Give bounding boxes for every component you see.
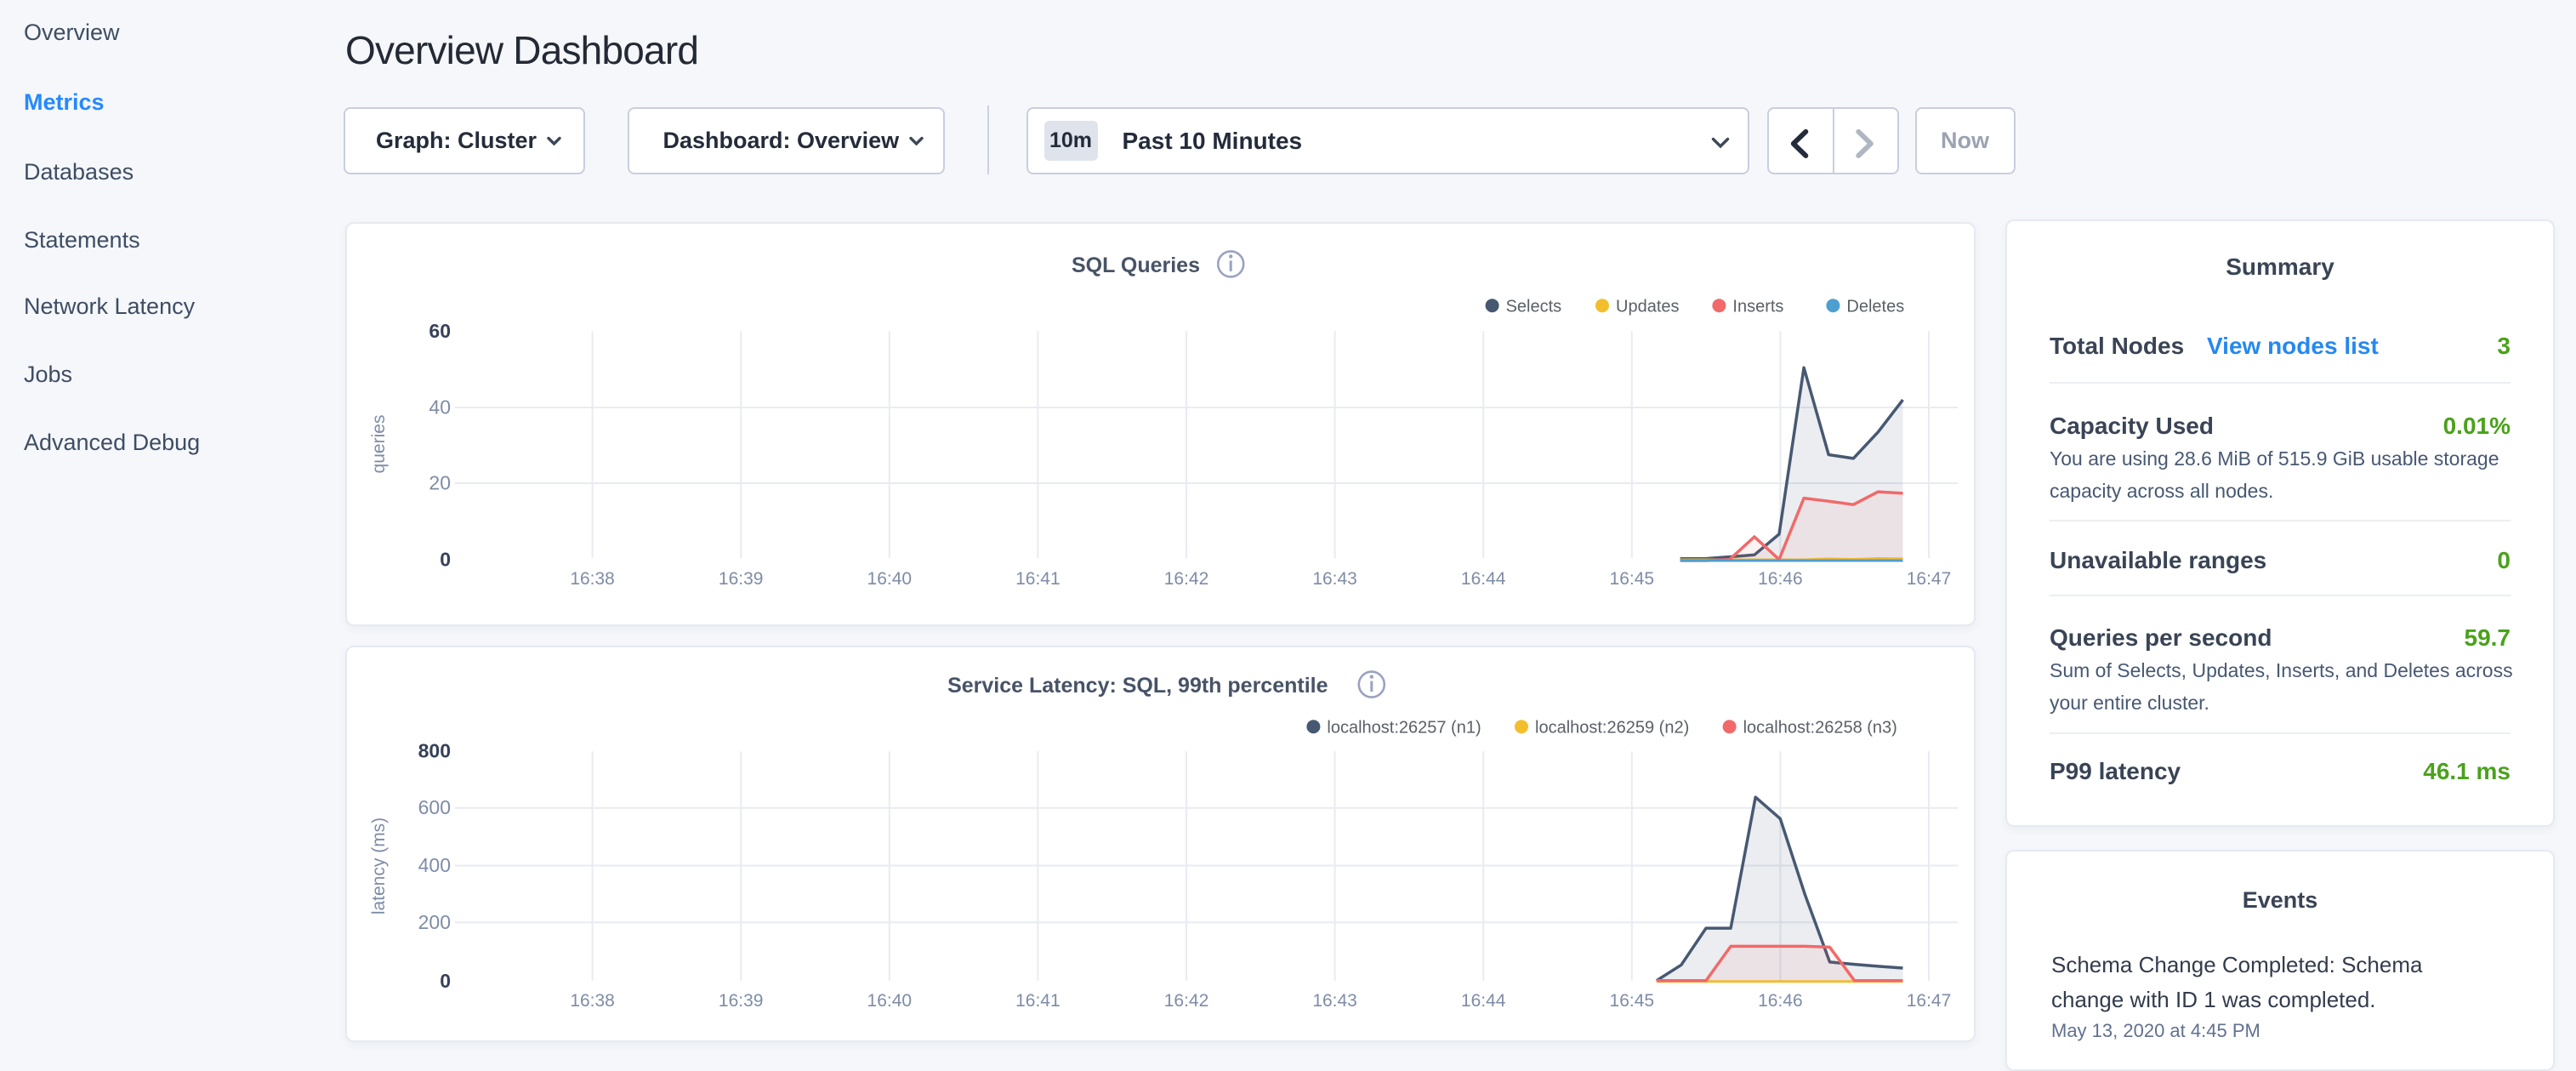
svg-text:200: 200	[418, 911, 451, 933]
svg-text:16:38: 16:38	[570, 991, 615, 1011]
svg-text:Deletes: Deletes	[1846, 297, 1904, 316]
svg-text:Selects: Selects	[1506, 297, 1562, 316]
svg-text:16:40: 16:40	[867, 991, 913, 1011]
svg-text:16:46: 16:46	[1758, 569, 1803, 589]
svg-text:16:43: 16:43	[1312, 991, 1357, 1011]
svg-text:Inserts: Inserts	[1732, 297, 1783, 316]
svg-text:localhost:26257 (n1): localhost:26257 (n1)	[1327, 718, 1481, 737]
svg-text:16:46: 16:46	[1758, 991, 1803, 1011]
svg-text:latency (ms): latency (ms)	[369, 817, 389, 914]
svg-text:16:39: 16:39	[719, 569, 764, 589]
svg-text:queries: queries	[369, 415, 389, 474]
svg-text:16:41: 16:41	[1015, 569, 1061, 589]
svg-text:16:44: 16:44	[1461, 569, 1506, 589]
svg-text:16:47: 16:47	[1907, 569, 1952, 589]
svg-text:16:42: 16:42	[1164, 569, 1209, 589]
svg-text:0: 0	[440, 970, 451, 992]
svg-text:16:39: 16:39	[719, 991, 764, 1011]
svg-text:20: 20	[429, 472, 451, 494]
svg-text:40: 40	[429, 396, 451, 419]
svg-text:16:40: 16:40	[867, 569, 913, 589]
svg-text:800: 800	[418, 740, 451, 762]
svg-text:16:41: 16:41	[1015, 991, 1061, 1011]
svg-text:400: 400	[418, 854, 451, 876]
svg-text:localhost:26258 (n3): localhost:26258 (n3)	[1743, 718, 1897, 737]
svg-text:16:43: 16:43	[1312, 569, 1357, 589]
svg-text:Updates: Updates	[1616, 297, 1680, 316]
svg-text:60: 60	[429, 320, 451, 342]
svg-text:localhost:26259 (n2): localhost:26259 (n2)	[1535, 718, 1689, 737]
svg-text:16:38: 16:38	[570, 569, 615, 589]
svg-text:16:45: 16:45	[1610, 991, 1655, 1011]
svg-text:16:47: 16:47	[1907, 991, 1952, 1011]
svg-text:16:45: 16:45	[1610, 569, 1655, 589]
svg-text:16:42: 16:42	[1164, 991, 1209, 1011]
svg-text:16:44: 16:44	[1461, 991, 1506, 1011]
svg-text:0: 0	[440, 549, 451, 571]
svg-text:SQL Queries: SQL Queries	[1072, 254, 1200, 277]
svg-text:Service Latency: SQL, 99th per: Service Latency: SQL, 99th percentile	[947, 674, 1328, 698]
svg-text:600: 600	[418, 796, 451, 818]
